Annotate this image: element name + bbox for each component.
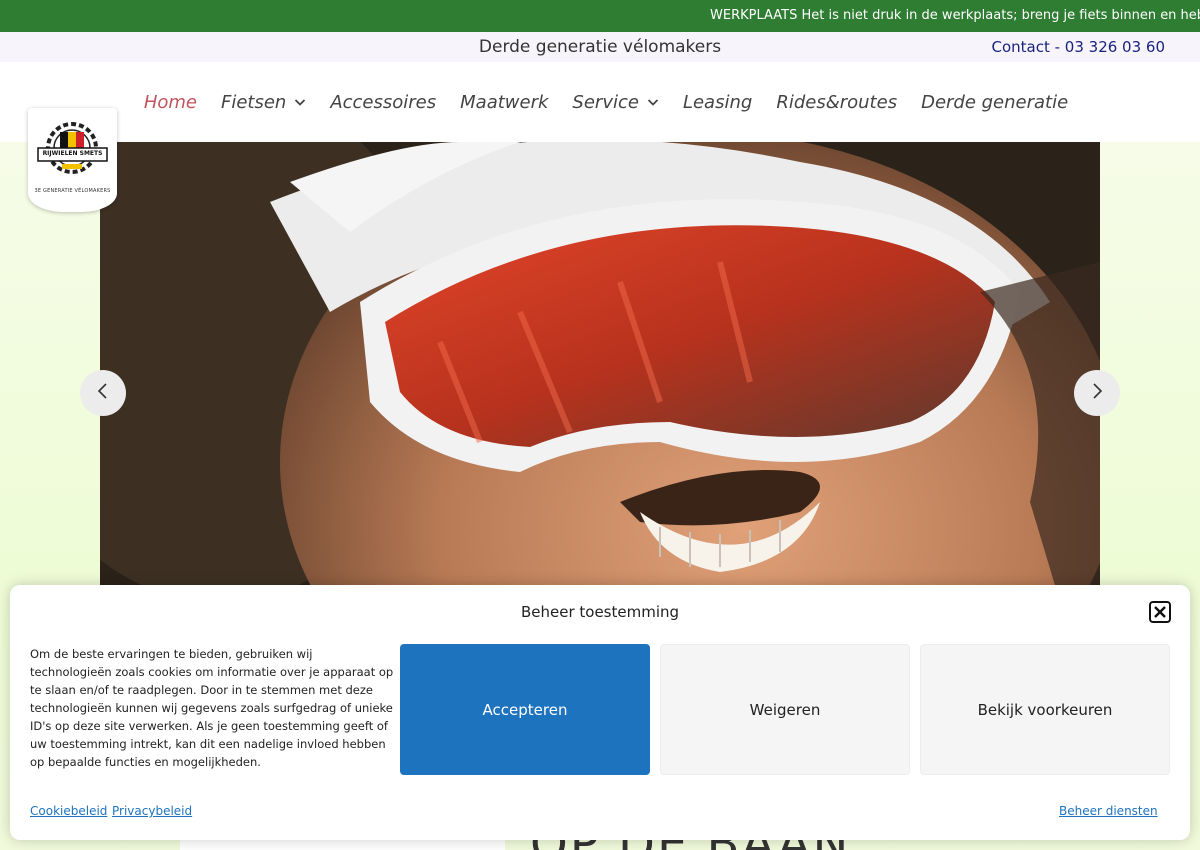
hero-image	[100, 142, 1100, 602]
cookie-consent-banner: Beheer toestemming Om de beste ervaringe…	[10, 585, 1190, 840]
chevron-right-icon	[1089, 382, 1105, 404]
nav-label: Maatwerk	[460, 91, 549, 113]
consent-message: Om de beste ervaringen te bieden, gebrui…	[30, 647, 394, 769]
logo-name: RIJWIELEN SMETS	[42, 150, 103, 157]
consent-title: Beheer toestemming	[520, 603, 680, 621]
nav-item-rides-routes[interactable]: Rides&routes	[776, 92, 897, 113]
main-nav: Home Fietsen Accessoires Maatwerk Servic…	[0, 62, 1200, 142]
chevron-down-icon	[647, 96, 659, 108]
nav-item-service[interactable]: Service	[572, 92, 659, 113]
view-preferences-button[interactable]: Bekijk voorkeuren	[920, 644, 1170, 775]
announcement-ticker: WERKPLAATS Het is niet druk in de werkpl…	[0, 0, 1200, 32]
nav-item-fietsen[interactable]: Fietsen	[221, 92, 306, 113]
accept-button[interactable]: Accepteren	[400, 644, 650, 775]
contact-link[interactable]: Contact - 03 326 03 60	[991, 32, 1165, 62]
nav-label: Rides&routes	[776, 91, 898, 113]
site-logo[interactable]: RIJWIELEN SMETS 3E GENERATIE VÉLOMAKERS	[28, 108, 117, 212]
carousel-prev-button[interactable]	[80, 370, 126, 416]
nav-label: Accessoires	[330, 91, 437, 113]
logo-subtitle: 3E GENERATIE VÉLOMAKERS	[34, 188, 111, 194]
chevron-down-icon	[294, 96, 306, 108]
manage-services-link[interactable]: Beheer diensten	[1059, 804, 1158, 818]
nav-item-home[interactable]: Home	[144, 92, 197, 113]
carousel-next-button[interactable]	[1074, 370, 1120, 416]
ticker-text: WERKPLAATS Het is niet druk in de werkpl…	[710, 8, 1200, 23]
chevron-left-icon	[95, 382, 111, 404]
deny-button[interactable]: Weigeren	[660, 644, 910, 775]
nav-label: Fietsen	[220, 91, 287, 113]
top-bar: Derde generatie vélomakers Contact - 03 …	[0, 32, 1200, 62]
nav-item-leasing[interactable]: Leasing	[683, 92, 752, 113]
nav-item-derde-generatie[interactable]: Derde generatie	[921, 92, 1068, 113]
nav-item-maatwerk[interactable]: Maatwerk	[460, 92, 548, 113]
nav-label: Leasing	[682, 91, 753, 113]
nav-label: Home	[143, 91, 197, 113]
nav-item-accessoires[interactable]: Accessoires	[330, 92, 436, 113]
nav-label: Derde generatie	[921, 91, 1069, 113]
cookie-policy-link[interactable]: Cookiebeleid	[30, 804, 107, 818]
nav-label: Service	[572, 91, 639, 113]
close-icon[interactable]	[1149, 601, 1171, 623]
nav-list: Home Fietsen Accessoires Maatwerk Servic…	[0, 62, 1200, 142]
cyclist-illustration	[100, 142, 1100, 602]
privacy-policy-link[interactable]: Privacybeleid	[112, 804, 192, 818]
